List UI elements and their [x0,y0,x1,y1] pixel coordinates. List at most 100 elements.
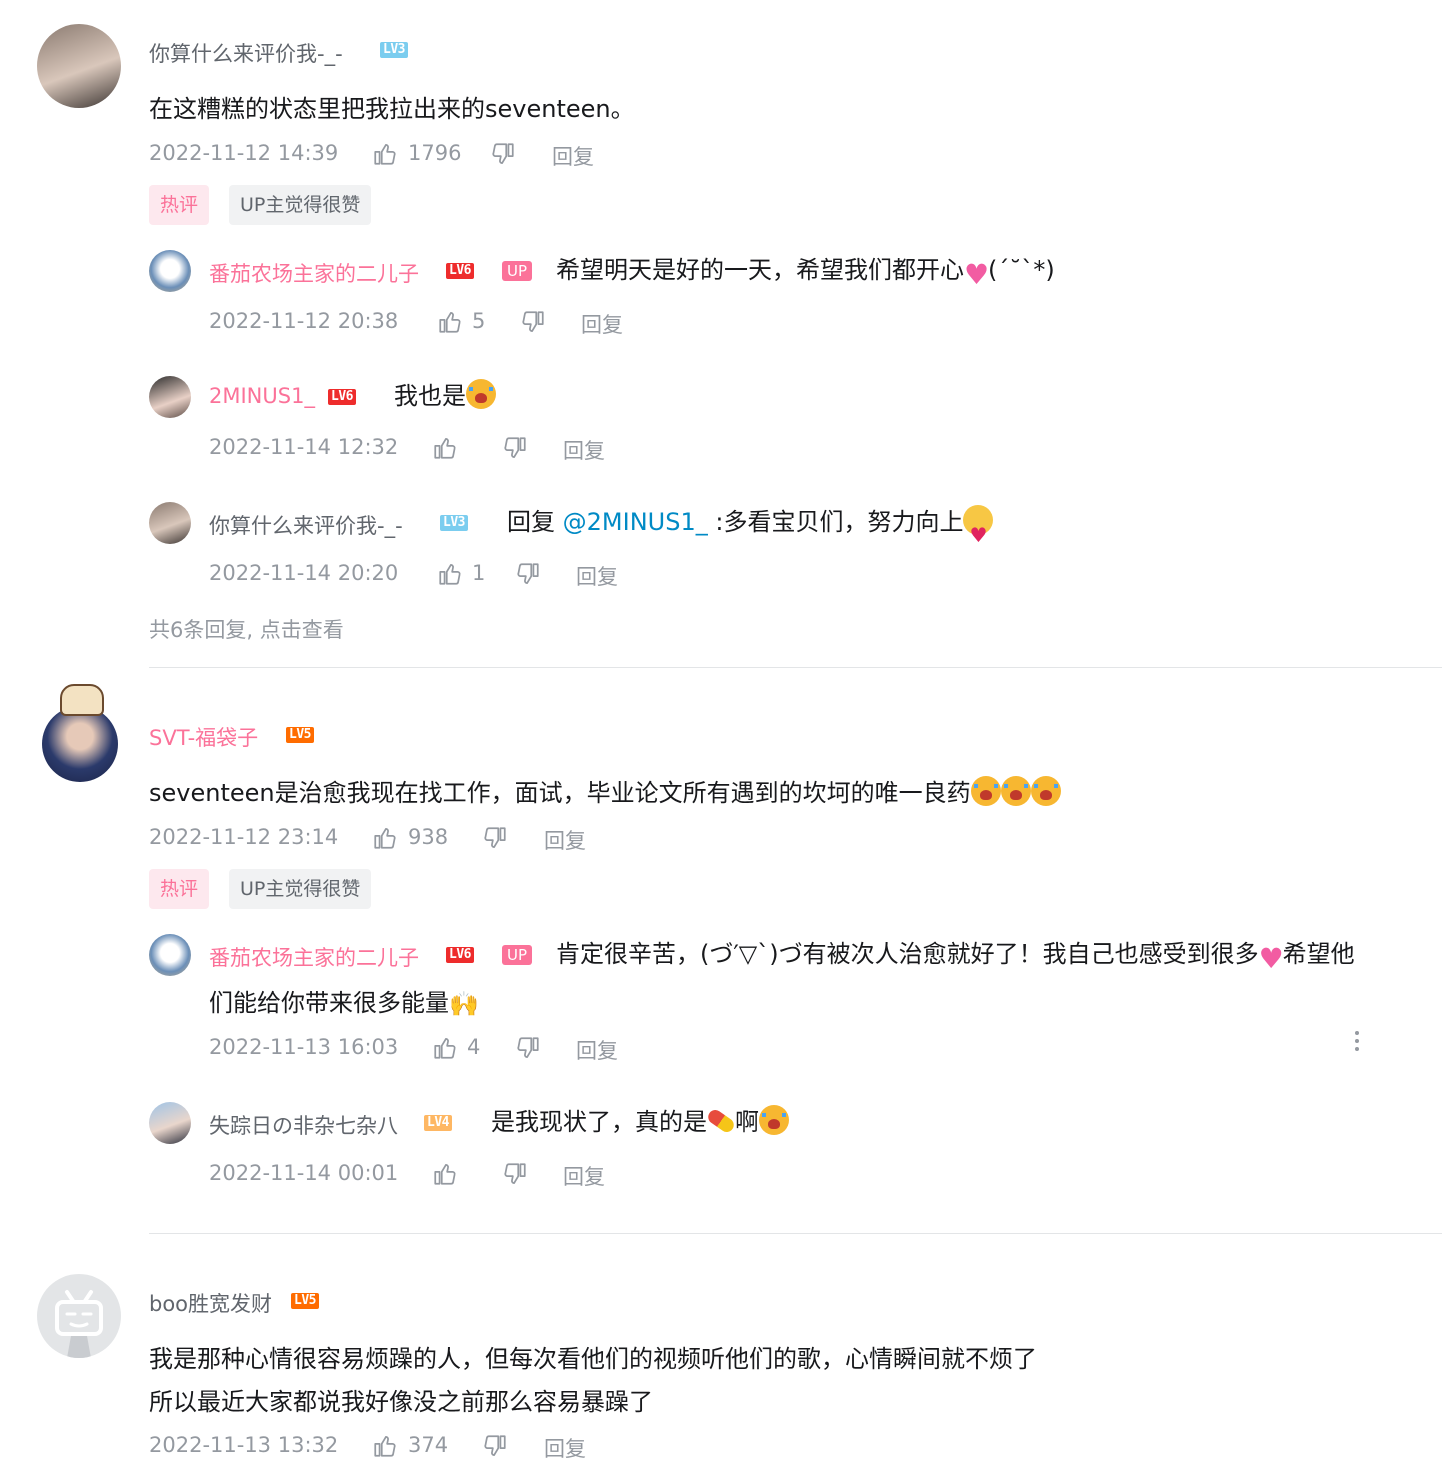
reply-text-line2: 们能给你带来很多能量 [209,981,479,1026]
username[interactable]: 你算什么来评价我-_- [149,38,343,68]
more-vertical-icon[interactable] [1354,1031,1360,1055]
reply-button[interactable]: 回复 [576,1035,618,1065]
avatar[interactable] [149,934,191,976]
up-liked-tag: UP主觉得很赞 [229,869,372,909]
thumbs-down-icon[interactable] [482,825,508,851]
raising-hands-emoji-icon [449,982,479,1026]
comment-time: 2022-11-12 14:39 [149,141,339,165]
comment-text: 在这糟糕的状态里把我拉出来的seventeen。 [149,95,635,123]
like-count: 5 [472,309,486,333]
thumbs-up-icon[interactable] [372,141,398,167]
level-badge: LV5 [286,727,314,743]
reply-button[interactable]: 回复 [576,561,618,591]
username[interactable]: 2MINUS1_ [209,384,315,408]
divider [149,1233,1442,1234]
thumbs-down-icon[interactable] [490,141,516,167]
reply-button[interactable]: 回复 [544,1433,586,1463]
avatar[interactable] [149,376,191,418]
reply-time: 2022-11-14 20:20 [209,561,399,585]
level-badge: LV3 [440,515,468,531]
reply-text-body: 肯定很辛苦，(づ′▽`)づ有被次人治愈就好了！我自己也感受到很多 [556,940,1259,968]
avatar[interactable] [149,502,191,544]
thumbs-down-icon[interactable] [515,561,541,587]
up-badge: UP [502,945,533,965]
reply-text: 是我现状了，真的是啊 [491,1100,789,1144]
mention-link[interactable]: @2MINUS1_ [563,508,708,536]
username[interactable]: SVT-福袋子 [149,722,258,752]
divider [149,667,1442,668]
reply-text-body: 是我现状了，真的是 [491,1108,707,1136]
thumbs-down-icon[interactable] [482,1433,508,1459]
like-count: 1796 [408,141,462,165]
reply-button[interactable]: 回复 [581,309,623,339]
thumbs-up-icon[interactable] [437,561,463,587]
heart-hug-emoji-icon [963,505,994,557]
thumbs-up-icon[interactable] [432,1035,458,1061]
hot-tag: 热评 [149,869,210,909]
like-count: 4 [467,1035,481,1059]
level-badge: LV5 [291,1293,319,1309]
crying-emoji-icon [1030,776,1061,806]
reply-text: 肯定很辛苦，(づ′▽`)づ有被次人治愈就好了！我自己也感受到很多希望他 [556,932,1355,981]
up-liked-tag: UP主觉得很赞 [229,185,372,225]
crying-emoji-icon [1000,776,1031,806]
reply-text-mid: 啊 [735,1108,759,1136]
level-badge: LV6 [328,389,356,405]
like-count: 374 [408,1433,449,1457]
reply-text-body: :多看宝贝们，努力向上 [715,508,964,536]
thumbs-down-icon[interactable] [515,1035,541,1061]
comment-text: 我是那种心情很容易烦躁的人，但每次看他们的视频听他们的歌，心情瞬间就不烦了 [149,1345,1037,1373]
comment-text: seventeen是治愈我现在找工作，面试，毕业论文所有遇到的坎坷的唯一良药 [149,771,1061,815]
thumbs-up-icon[interactable] [432,435,458,461]
reply-time: 2022-11-14 12:32 [209,435,399,459]
default-avatar-icon[interactable] [37,1274,121,1358]
heart-emoji-icon [1259,937,1284,981]
thumbs-up-icon[interactable] [437,309,463,335]
username[interactable]: 番茄农场主家的二儿子 [209,258,419,288]
reply-text-tail: (´˘`*) [988,256,1055,284]
reply-text: 我也是 [394,374,496,418]
reply-button[interactable]: 回复 [563,1161,605,1191]
username[interactable]: 你算什么来评价我-_- [209,510,403,540]
thumbs-up-icon[interactable] [432,1161,458,1187]
reply-text-body: 们能给你带来很多能量 [209,989,449,1017]
hot-tag: 热评 [149,185,210,225]
avatar-pendant-icon [60,684,104,716]
reply-time: 2022-11-12 20:38 [209,309,399,333]
crying-emoji-icon [466,379,496,409]
thumbs-down-icon[interactable] [502,1161,528,1187]
reply-button[interactable]: 回复 [563,435,605,465]
avatar[interactable] [42,706,118,782]
avatar[interactable] [149,250,191,292]
comment-text-line2: 所以最近大家都说我好像没之前那么容易暴躁了 [149,1388,653,1416]
reply-time: 2022-11-13 16:03 [209,1035,399,1059]
reply-text: 回复 @2MINUS1_ :多看宝贝们，努力向上 [507,500,994,557]
comment-time: 2022-11-12 23:14 [149,825,339,849]
heart-emoji-icon [964,253,989,297]
username[interactable]: 失踪日の非杂七杂八 [209,1110,398,1140]
comment-text-body: seventeen是治愈我现在找工作，面试，毕业论文所有遇到的坎坷的唯一良药 [149,779,971,807]
comment-time: 2022-11-13 13:32 [149,1433,339,1457]
thumbs-up-icon[interactable] [372,825,398,851]
username[interactable]: boo胜宽发财 [149,1288,272,1318]
level-badge: LV6 [446,947,474,963]
level-badge: LV6 [446,263,474,279]
username[interactable]: 番茄农场主家的二儿子 [209,942,419,972]
level-badge: LV4 [424,1115,452,1131]
thumbs-down-icon[interactable] [502,435,528,461]
view-more-replies[interactable]: 共6条回复, 点击查看 [149,614,344,644]
reply-prefix: 回复 [507,508,555,536]
reply-text: 希望明天是好的一天，希望我们都开心 (´˘`*) [556,248,1055,297]
level-badge: LV3 [380,42,408,58]
reply-text-body: 我也是 [394,382,466,410]
reply-text-tail: 希望他 [1282,940,1355,968]
reply-button[interactable]: 回复 [552,141,594,171]
thumbs-down-icon[interactable] [520,309,546,335]
pill-emoji-icon [705,1107,737,1135]
like-count: 938 [408,825,449,849]
reply-button[interactable]: 回复 [544,825,586,855]
avatar[interactable] [37,24,121,108]
like-count: 1 [472,561,486,585]
avatar[interactable] [149,1102,191,1144]
thumbs-up-icon[interactable] [372,1433,398,1459]
